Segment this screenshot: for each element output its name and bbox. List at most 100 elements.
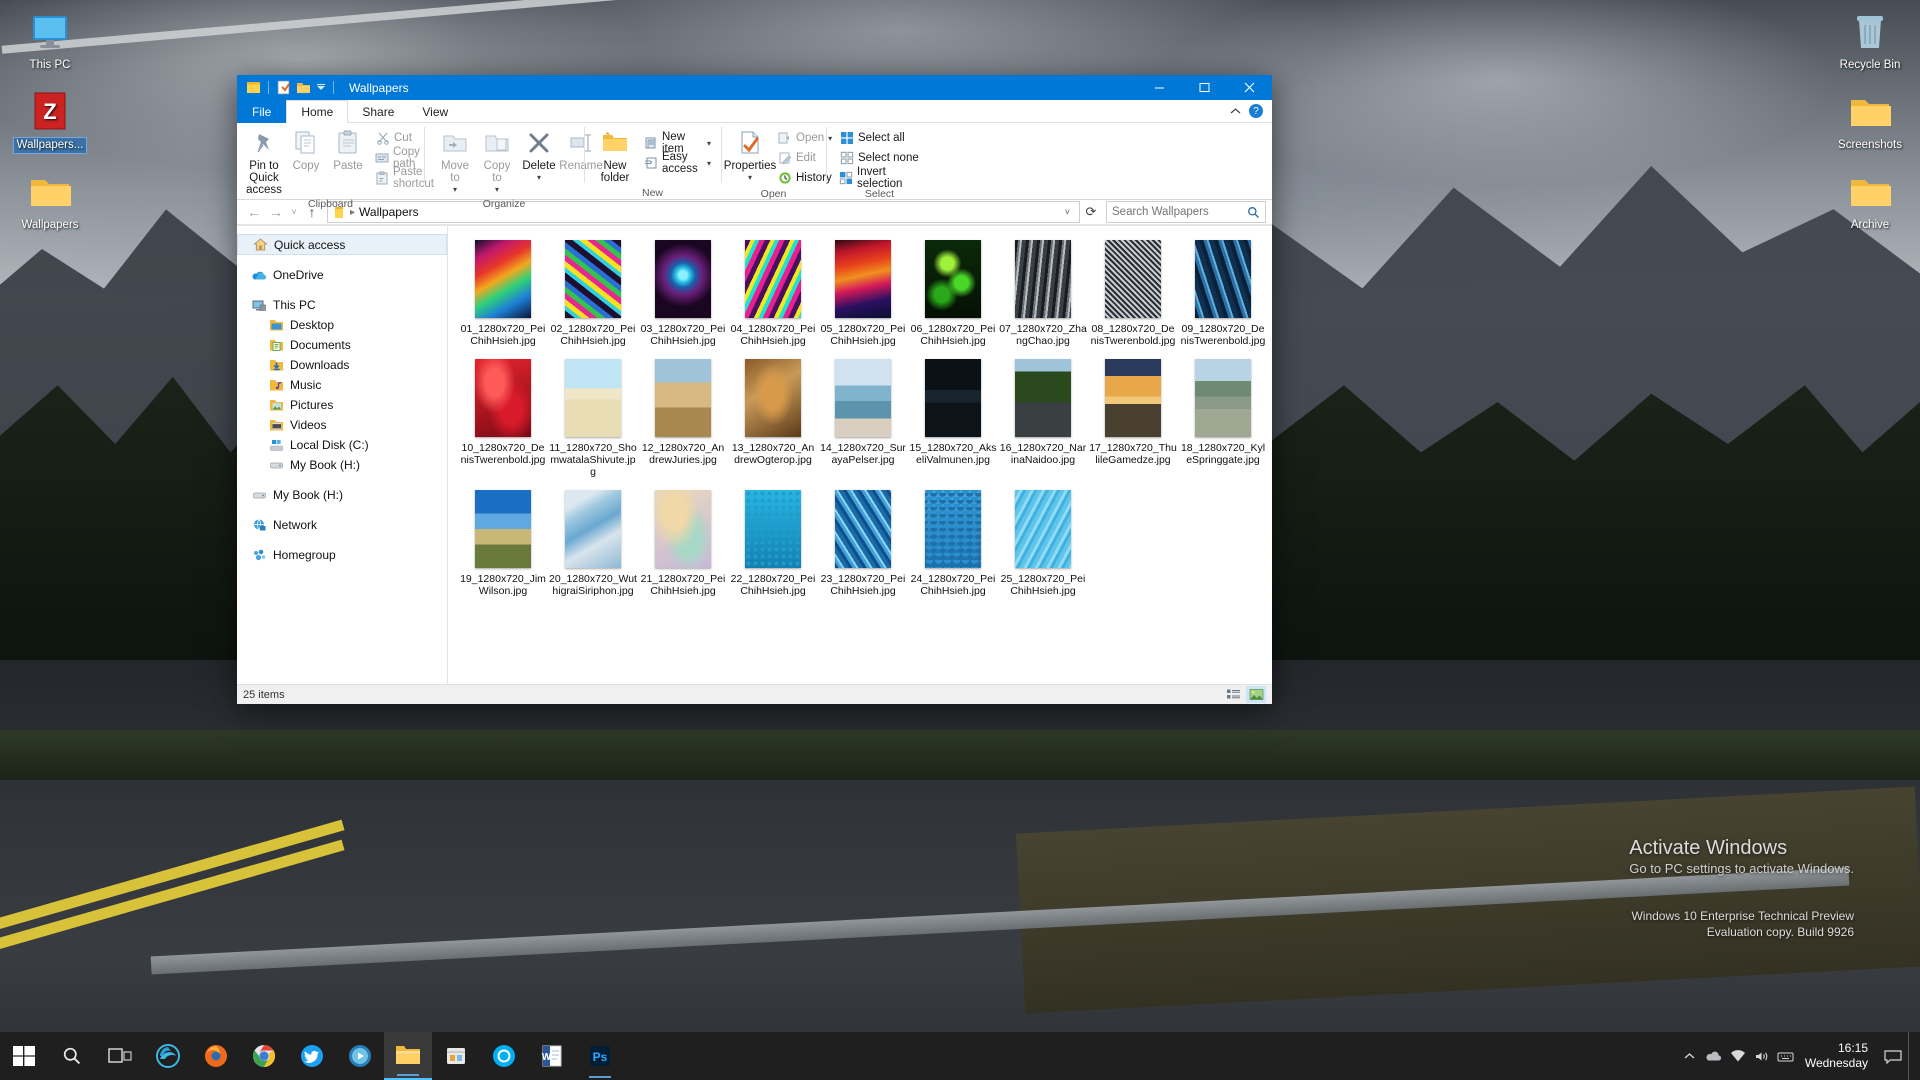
taskbar-item-word[interactable]: W xyxy=(528,1032,576,1080)
select-none-button[interactable]: Select none xyxy=(835,148,927,168)
ribbon[interactable]: Pin to Quick access Copy Paste Cut Copy … xyxy=(237,123,1272,210)
view-mode-buttons[interactable] xyxy=(1223,686,1266,703)
taskbar-item-store[interactable] xyxy=(432,1032,480,1080)
pin-to-quick-access-button[interactable]: Pin to Quick access xyxy=(243,126,285,198)
sidebar-item-network[interactable]: Network xyxy=(237,515,447,535)
sidebar-item-music[interactable]: Music xyxy=(237,375,447,395)
easy-access-button[interactable]: Easy access ▾ xyxy=(640,151,715,175)
keyboard-layout-icon[interactable] xyxy=(1775,1032,1797,1080)
file-tile[interactable]: 15_1280x720_AkseliValmunen.jpg xyxy=(908,359,998,478)
file-tile[interactable]: 09_1280x720_DenisTwerenbold.jpg xyxy=(1178,240,1268,347)
chevron-up-icon[interactable] xyxy=(1679,1032,1701,1080)
navigation-pane[interactable]: Quick access OneDrive This PC Desktop Do… xyxy=(237,226,448,684)
taskbar-item-media-player[interactable] xyxy=(336,1032,384,1080)
tab-view[interactable]: View xyxy=(408,100,462,123)
new-folder-button[interactable]: New folder xyxy=(594,126,636,186)
start-button[interactable] xyxy=(0,1032,48,1080)
file-tile[interactable]: 11_1280x720_ShomwatalaShivute.jpg xyxy=(548,359,638,478)
refresh-button[interactable]: ⟳ xyxy=(1080,201,1102,223)
file-tile[interactable]: 12_1280x720_AndrewJuries.jpg xyxy=(638,359,728,478)
taskbar-item-skype[interactable] xyxy=(480,1032,528,1080)
taskbar-item-edge[interactable] xyxy=(144,1032,192,1080)
sidebar-item-my-book-h[interactable]: My Book (H:) xyxy=(237,485,447,505)
chevron-down-icon[interactable]: ▾ xyxy=(453,184,457,196)
search-taskbar-button[interactable] xyxy=(48,1032,96,1080)
file-tile[interactable]: 10_1280x720_DenisTwerenbold.jpg xyxy=(458,359,548,478)
file-tile[interactable]: 03_1280x720_PeiChihHsieh.jpg xyxy=(638,240,728,347)
sidebar-item-my-book-h-child[interactable]: My Book (H:) xyxy=(237,455,447,475)
help-icon[interactable]: ? xyxy=(1249,104,1263,118)
large-icons-view-button[interactable] xyxy=(1246,686,1266,703)
invert-selection-button[interactable]: Invert selection xyxy=(835,166,927,190)
desktop-icon-archive[interactable]: Archive xyxy=(1826,168,1914,233)
show-desktop-button[interactable] xyxy=(1908,1032,1916,1080)
title-bar[interactable]: Wallpapers xyxy=(237,75,1272,100)
chevron-down-icon[interactable]: ▾ xyxy=(707,159,711,168)
chevron-down-icon[interactable] xyxy=(315,79,327,96)
folder-icon[interactable] xyxy=(245,79,262,96)
desktop-icon-wallpapers-folder[interactable]: Wallpapers xyxy=(6,168,94,233)
chevron-down-icon[interactable]: ▾ xyxy=(748,172,752,184)
task-view-button[interactable] xyxy=(96,1032,144,1080)
collapse-ribbon-button[interactable] xyxy=(1230,107,1241,116)
file-grid[interactable]: 01_1280x720_PeiChihHsieh.jpg 02_1280x720_… xyxy=(458,240,1272,609)
copy-to-button[interactable]: Copy to ▾ xyxy=(476,126,518,198)
file-tile[interactable]: 08_1280x720_DenisTwerenbold.jpg xyxy=(1088,240,1178,347)
maximize-button[interactable] xyxy=(1182,75,1227,100)
file-tile[interactable]: 05_1280x720_PeiChihHsieh.jpg xyxy=(818,240,908,347)
taskbar-item-file-explorer[interactable] xyxy=(384,1032,432,1080)
clock[interactable]: 16:15 Wednesday xyxy=(1799,1041,1878,1071)
file-list-view[interactable]: 01_1280x720_PeiChihHsieh.jpg 02_1280x720_… xyxy=(448,226,1272,684)
sidebar-item-videos[interactable]: Videos xyxy=(237,415,447,435)
file-tile[interactable]: 19_1280x720_JimWilson.jpg xyxy=(458,490,548,597)
chevron-down-icon[interactable]: ▾ xyxy=(495,184,499,196)
file-tile[interactable]: 07_1280x720_ZhangChao.jpg xyxy=(998,240,1088,347)
file-tile[interactable]: 01_1280x720_PeiChihHsieh.jpg xyxy=(458,240,548,347)
chevron-down-icon[interactable]: ▾ xyxy=(537,172,541,184)
file-tile[interactable]: 25_1280x720_PeiChihHsieh.jpg xyxy=(998,490,1088,597)
file-tile[interactable]: 21_1280x720_PeiChihHsieh.jpg xyxy=(638,490,728,597)
volume-icon[interactable] xyxy=(1751,1032,1773,1080)
file-tile[interactable]: 02_1280x720_PeiChihHsieh.jpg xyxy=(548,240,638,347)
file-tile[interactable]: 17_1280x720_ThulileGamedze.jpg xyxy=(1088,359,1178,478)
action-center-button[interactable] xyxy=(1880,1032,1906,1080)
file-tile[interactable]: 13_1280x720_AndrewOgterop.jpg xyxy=(728,359,818,478)
sidebar-item-desktop[interactable]: Desktop xyxy=(237,315,447,335)
properties-button[interactable]: Properties ▾ xyxy=(724,126,776,186)
minimize-button[interactable] xyxy=(1137,75,1182,100)
tab-file[interactable]: File xyxy=(237,100,287,123)
delete-button[interactable]: Delete ▾ xyxy=(518,126,560,186)
tab-home[interactable]: Home xyxy=(286,100,349,123)
copy-button[interactable]: Copy xyxy=(285,126,327,174)
move-to-button[interactable]: Move to ▾ xyxy=(434,126,476,198)
quick-access-toolbar[interactable] xyxy=(237,79,337,96)
paste-button[interactable]: Paste xyxy=(327,126,369,174)
taskbar-item-photoshop[interactable]: Ps xyxy=(576,1032,624,1080)
network-icon[interactable] xyxy=(1727,1032,1749,1080)
file-tile[interactable]: 20_1280x720_WuthigraiSiriphon.jpg xyxy=(548,490,638,597)
sidebar-item-quick-access[interactable]: Quick access xyxy=(237,234,447,255)
search-input[interactable]: Search Wallpapers xyxy=(1106,201,1266,223)
details-view-button[interactable] xyxy=(1223,686,1243,703)
select-all-button[interactable]: Select all xyxy=(835,128,927,148)
file-tile[interactable]: 24_1280x720_PeiChihHsieh.jpg xyxy=(908,490,998,597)
taskbar-item-chrome[interactable] xyxy=(240,1032,288,1080)
new-folder-icon[interactable] xyxy=(275,79,292,96)
desktop-icon-this-pc[interactable]: This PC xyxy=(6,8,94,73)
taskbar-item-firefox[interactable] xyxy=(192,1032,240,1080)
close-button[interactable] xyxy=(1227,75,1272,100)
desktop-icon-recycle-bin[interactable]: Recycle Bin xyxy=(1826,8,1914,73)
taskbar-item-twitter[interactable] xyxy=(288,1032,336,1080)
address-dropdown-button[interactable]: ˅ xyxy=(1060,207,1075,217)
new-item-button[interactable]: New item ▾ xyxy=(640,131,715,155)
taskbar[interactable]: W Ps 16:15 Wednesday xyxy=(0,1032,1920,1080)
search-icon[interactable] xyxy=(1247,206,1260,219)
desktop-icon-wallpapers-archive[interactable]: Z Wallpapers... xyxy=(6,88,94,154)
file-tile[interactable]: 22_1280x720_PeiChihHsieh.jpg xyxy=(728,490,818,597)
sidebar-item-pictures[interactable]: Pictures xyxy=(237,395,447,415)
file-tile[interactable]: 06_1280x720_PeiChihHsieh.jpg xyxy=(908,240,998,347)
file-tile[interactable]: 04_1280x720_PeiChihHsieh.jpg xyxy=(728,240,818,347)
file-tile[interactable]: 16_1280x720_NarinaNaidoo.jpg xyxy=(998,359,1088,478)
file-explorer-window[interactable]: Wallpapers File Home Share View ? Pin to… xyxy=(237,75,1272,704)
file-tile[interactable]: 18_1280x720_KyleSpringgate.jpg xyxy=(1178,359,1268,478)
